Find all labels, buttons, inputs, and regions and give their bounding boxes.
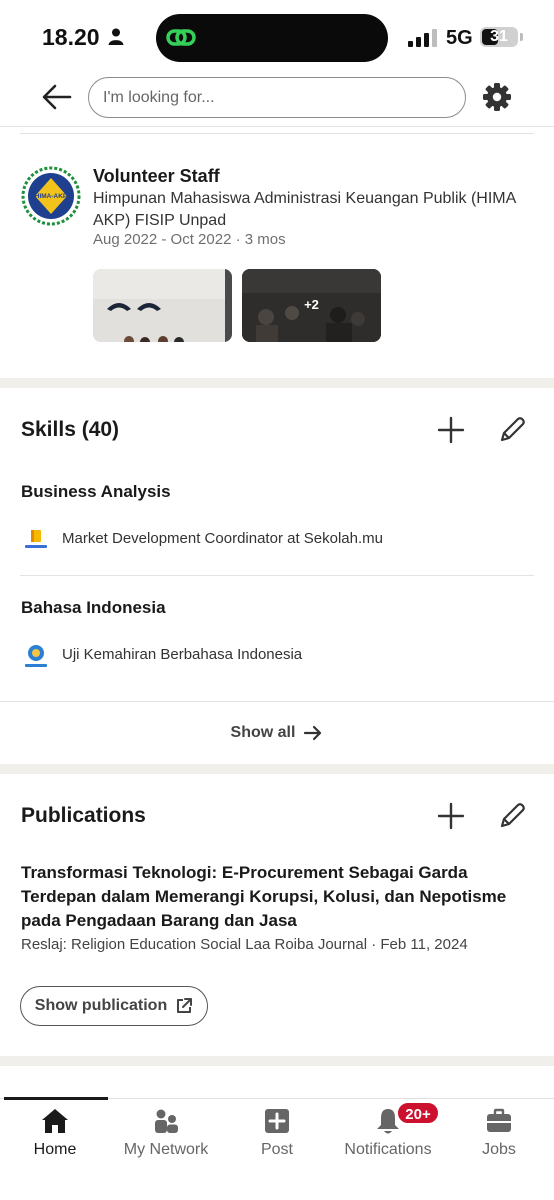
nav-label: Post (260, 1141, 293, 1158)
person-icon (108, 28, 124, 45)
external-link-icon (177, 998, 193, 1013)
header-divider (0, 126, 554, 127)
link-icon (166, 29, 196, 46)
arrow-right-icon (304, 725, 322, 741)
nav-jobs[interactable]: Jobs (444, 1107, 554, 1159)
more-media-count: +2 (304, 297, 319, 312)
post-icon (265, 1109, 289, 1133)
volunteer-dates: Aug 2022 - Oct 2022 · 3 mos (93, 231, 286, 248)
kemendikbud-logo (25, 645, 47, 667)
search-input[interactable] (88, 77, 466, 118)
hima-akp-logo: HIMA-AKP (21, 166, 81, 226)
show-all-divider (0, 701, 554, 702)
status-bar: 18.20 5G 31 (0, 0, 554, 72)
media-thumbnail-more[interactable]: +2 (242, 269, 381, 342)
skills-title: Skills (40) (21, 418, 120, 441)
plus-icon[interactable] (436, 415, 466, 445)
skill-source: Market Development Coordinator at Sekola… (62, 530, 383, 547)
publications-title: Publications (21, 804, 146, 827)
active-tab-indicator (4, 1097, 108, 1100)
network-label: 5G (446, 27, 473, 49)
nav-my-network[interactable]: My Network (111, 1107, 221, 1159)
network-icon (155, 1109, 178, 1133)
skill-name[interactable]: Bahasa Indonesia (21, 598, 166, 618)
volunteer-organization: Himpunan Mahasiswa Administrasi Keuangan… (93, 190, 516, 229)
nav-label: Notifications (344, 1141, 432, 1158)
volunteer-title: Volunteer Staff (93, 166, 220, 186)
logo-text: HIMA-AKP (35, 193, 68, 200)
next-section-peek (0, 1068, 554, 1098)
signal-icon (408, 29, 437, 47)
status-time: 18.20 (42, 24, 100, 50)
media-thumbnail[interactable] (93, 269, 232, 342)
gear-icon[interactable] (482, 82, 512, 112)
section-separator (0, 1056, 554, 1066)
arrow-left-icon[interactable] (40, 82, 74, 112)
notification-badge: 20+ (396, 1101, 440, 1125)
publication-meta: Reslaj: Religion Education Social Laa Ro… (21, 936, 468, 953)
briefcase-icon (487, 1108, 511, 1132)
section-divider (20, 133, 534, 134)
section-separator (0, 764, 554, 774)
battery-icon: 31 (480, 27, 518, 47)
pencil-icon[interactable] (497, 801, 527, 831)
show-publication-label: Show publication (34, 997, 168, 1014)
show-all-skills-button[interactable]: Show all (0, 718, 554, 748)
nav-label: Jobs (482, 1141, 516, 1158)
nav-home[interactable]: Home (0, 1107, 110, 1159)
photo-image (93, 269, 232, 342)
nav-label: My Network (123, 1141, 209, 1158)
pencil-icon[interactable] (497, 415, 527, 445)
sekolahmu-logo (25, 530, 47, 548)
publication-title: Transformasi Teknologi: E-Procurement Se… (21, 863, 507, 930)
skill-source: Uji Kemahiran Berbahasa Indonesia (62, 646, 303, 663)
show-all-label: Show all (230, 724, 296, 741)
skill-divider (20, 575, 534, 576)
nav-label: Home (33, 1141, 77, 1158)
show-publication-button[interactable]: Show publication (20, 986, 208, 1026)
home-icon (42, 1109, 68, 1133)
skill-name[interactable]: Business Analysis (21, 482, 171, 502)
battery-cap (520, 33, 523, 41)
section-separator (0, 378, 554, 388)
nav-post[interactable]: Post (222, 1107, 332, 1159)
bottom-navigation: Home My Network Post Notifications Jobs (0, 1097, 554, 1200)
plus-icon[interactable] (436, 801, 466, 831)
battery-level: 31 (490, 28, 508, 45)
